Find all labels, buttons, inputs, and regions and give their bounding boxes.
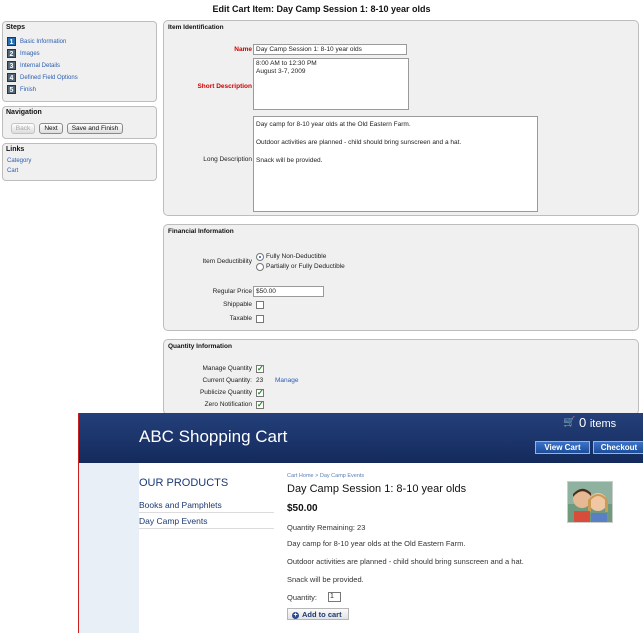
- cart-count: 0 items: [579, 415, 616, 430]
- navigation-title: Navigation: [6, 109, 42, 116]
- quantity-label: Quantity:: [287, 593, 318, 602]
- cart-link[interactable]: Cart: [7, 168, 18, 174]
- short-description-line: 8:00 AM to 12:30 PM: [256, 60, 317, 67]
- nav-item-books-and-pamphlets[interactable]: Books and Pamphlets: [139, 500, 274, 513]
- cart-count-number: 0: [579, 415, 587, 430]
- product-price: $50.00: [287, 503, 318, 514]
- nav-item-day-camp-events[interactable]: Day Camp Events: [139, 516, 274, 529]
- step-label: Defined Field Options: [20, 74, 78, 81]
- shippable-label: Shippable: [223, 301, 252, 308]
- category-link[interactable]: Category: [7, 158, 31, 164]
- product-description-line: Day camp for 8-10 year olds at the Old E…: [287, 539, 466, 548]
- manage-quantity-label: Manage Quantity: [202, 365, 252, 372]
- fully-non-deductible-label: Fully Non-Deductible: [266, 253, 327, 260]
- links-panel: Links Category Cart: [2, 143, 157, 181]
- zero-notification-checkbox[interactable]: [256, 400, 264, 409]
- taxable-label: Taxable: [229, 315, 252, 322]
- long-description-label: Long Description: [203, 156, 252, 163]
- store-title: ABC Shopping Cart: [139, 427, 288, 446]
- product-photo: [567, 481, 613, 523]
- product-description-line: Snack will be provided.: [287, 575, 364, 584]
- item-identification-title: Item Identification: [168, 24, 224, 31]
- step-number: 1: [7, 37, 16, 46]
- item-identification-section: Item Identification Name Day Camp Sessio…: [163, 20, 639, 216]
- store-header: ABC Shopping Cart 🛒 0 items View Cart Ch…: [79, 413, 643, 463]
- product-title: Day Camp Session 1: 8-10 year olds: [287, 483, 467, 495]
- step-basic-information[interactable]: 1 Basic Information: [7, 37, 66, 46]
- step-defined-field-options[interactable]: 4 Defined Field Options: [7, 73, 78, 82]
- current-quantity-value: 23: [256, 377, 264, 384]
- product-description-line: Outdoor activities are planned - child s…: [287, 557, 524, 566]
- short-description-line: August 3-7, 2009: [256, 68, 306, 75]
- manage-quantity-checkbox[interactable]: [256, 364, 264, 373]
- step-label: Internal Details: [20, 62, 61, 69]
- checkout-button[interactable]: Checkout: [593, 441, 643, 454]
- our-products-heading: OUR PRODUCTS: [139, 477, 229, 489]
- step-label: Images: [20, 50, 40, 57]
- partially-deductible-radio[interactable]: [256, 263, 264, 271]
- current-quantity-label: Current Quantity:: [202, 377, 253, 384]
- plus-icon: +: [292, 611, 299, 619]
- manage-link[interactable]: Manage: [275, 377, 299, 384]
- taxable-checkbox[interactable]: [256, 315, 264, 323]
- short-description-textarea[interactable]: 8:00 AM to 12:30 PM August 3-7, 2009: [253, 58, 409, 110]
- name-label: Name: [234, 46, 252, 53]
- back-button[interactable]: Back: [11, 123, 35, 134]
- page-title: Edit Cart Item: Day Camp Session 1: 8-10…: [212, 4, 431, 14]
- storefront-preview: ABC Shopping Cart 🛒 0 items View Cart Ch…: [78, 413, 643, 633]
- step-label: Basic Information: [20, 38, 67, 45]
- quantity-input[interactable]: 1: [328, 592, 341, 602]
- financial-information-section: Financial Information Item Deductibility…: [163, 224, 639, 331]
- breadcrumb[interactable]: Cart Home > Day Camp Events: [287, 473, 364, 479]
- shippable-checkbox[interactable]: [256, 301, 264, 309]
- quantity-information-title: Quantity Information: [168, 343, 232, 350]
- name-input[interactable]: Day Camp Session 1: 8-10 year olds: [253, 44, 407, 55]
- regular-price-input[interactable]: $50.00: [253, 286, 324, 297]
- links-title: Links: [6, 146, 25, 153]
- long-description-textarea[interactable]: Day camp for 8-10 year olds at the Old E…: [253, 116, 538, 212]
- publicize-quantity-label: Publicize Quantity: [199, 389, 252, 396]
- add-to-cart-button[interactable]: + Add to cart: [287, 608, 349, 620]
- step-images[interactable]: 2 Images: [7, 49, 40, 58]
- long-description-line: Day camp for 8-10 year olds at the Old E…: [256, 121, 411, 128]
- step-number: 2: [7, 49, 16, 58]
- save-and-finish-button[interactable]: Save and Finish: [67, 123, 123, 134]
- fully-non-deductible-radio[interactable]: [256, 253, 264, 261]
- store-body: OUR PRODUCTS Books and Pamphlets Day Cam…: [139, 463, 643, 633]
- step-number: 4: [7, 73, 16, 82]
- regular-price-label: Regular Price: [212, 288, 252, 295]
- add-to-cart-label: Add to cart: [302, 610, 342, 619]
- quantity-remaining: Quantity Remaining: 23: [287, 523, 366, 532]
- long-description-line: Snack will be provided.: [256, 157, 323, 164]
- publicize-quantity-checkbox[interactable]: [256, 388, 264, 397]
- view-cart-button[interactable]: View Cart: [535, 441, 590, 454]
- steps-title: Steps: [6, 24, 26, 31]
- short-description-label: Short Description: [197, 83, 252, 90]
- quantity-information-section: Quantity Information Manage Quantity Cur…: [163, 339, 639, 415]
- step-label: Finish: [20, 86, 37, 93]
- step-number: 5: [7, 85, 16, 94]
- cart-icon: 🛒: [563, 417, 576, 428]
- steps-panel: Steps 1 Basic Information 2 Images 3 Int…: [2, 21, 157, 102]
- cart-count-items-word: items: [589, 418, 617, 430]
- item-deductibility-label: Item Deductibility: [202, 258, 253, 265]
- step-number: 3: [7, 61, 16, 70]
- partially-deductible-label: Partially or Fully Deductible: [266, 263, 345, 270]
- step-finish[interactable]: 5 Finish: [7, 85, 36, 94]
- step-internal-details[interactable]: 3 Internal Details: [7, 61, 60, 70]
- long-description-line: Outdoor activities are planned - child s…: [256, 139, 462, 146]
- zero-notification-label: Zero Notification: [204, 401, 252, 408]
- financial-information-title: Financial Information: [168, 228, 234, 235]
- navigation-panel: Navigation Back Next Save and Finish: [2, 106, 157, 139]
- next-button[interactable]: Next: [39, 123, 63, 134]
